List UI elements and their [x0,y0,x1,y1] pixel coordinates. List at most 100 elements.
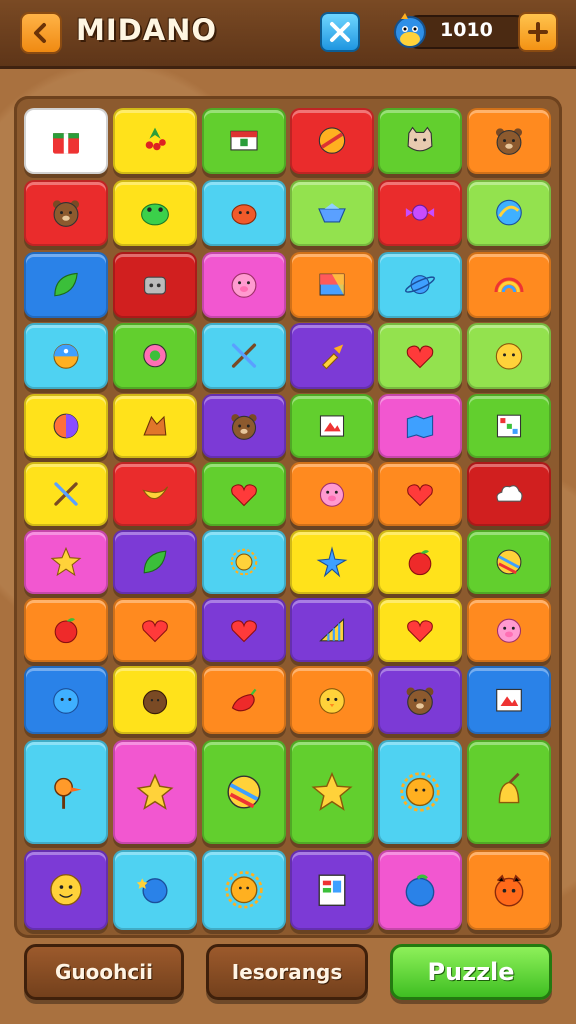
tile-robot-face[interactable] [113,252,197,318]
tile-leaf[interactable] [113,530,197,594]
chick-face-icon [319,687,345,714]
tile-sun-face[interactable] [202,850,286,930]
tile-bear-face[interactable] [467,108,551,174]
map-icon [406,415,434,439]
tile-frog-face[interactable] [113,180,197,246]
tile-squirrel[interactable] [113,394,197,458]
tile-smiley[interactable] [24,850,108,930]
middle-action-button[interactable]: Iesorangs [206,944,368,1000]
tile-bear-face[interactable] [378,666,462,734]
tile-rainbow[interactable] [467,252,551,318]
tile-color-ball[interactable] [24,394,108,458]
tile-flower[interactable] [113,323,197,389]
tile-picture[interactable] [467,666,551,734]
tile-leaf[interactable] [24,252,108,318]
tile-heart[interactable] [378,462,462,526]
tile-banana[interactable] [113,462,197,526]
bear-face-icon [406,687,434,715]
apple-icon [408,550,432,576]
tile-marble[interactable] [467,180,551,246]
tile-pepper[interactable] [202,666,286,734]
tile-sun[interactable] [202,530,286,594]
tile-bell[interactable] [467,740,551,844]
tile-pig-face[interactable] [290,462,374,526]
tile-heart[interactable] [378,323,462,389]
shuffle-button[interactable] [320,12,360,52]
game-title: MIDANO [76,13,218,47]
tile-flashlight[interactable] [290,323,374,389]
tile-bear-face[interactable] [202,394,286,458]
rainbow-ball-icon [496,549,522,575]
tile-gift-box[interactable] [24,108,108,174]
tile-map[interactable] [378,394,462,458]
tile-sun-face[interactable] [378,740,462,844]
coconut-icon [142,689,168,715]
tile-blueberry[interactable] [378,850,462,930]
left-action-button[interactable]: Guoohcii [24,944,184,1000]
tile-color-block[interactable] [290,252,374,318]
tile-tools[interactable] [24,462,108,526]
smiley-icon [50,874,82,906]
tile-pig-face[interactable] [202,252,286,318]
pig-face-icon [496,618,522,643]
add-coins-button[interactable] [518,12,558,52]
tile-chart[interactable] [290,598,374,662]
tile-sun-ball[interactable] [24,323,108,389]
tile-star[interactable] [290,740,374,844]
sun-face-icon [400,772,440,812]
pig-face-icon [319,482,345,507]
tile-starfish[interactable] [290,530,374,594]
bell-icon [498,772,520,804]
tools-icon [54,482,78,506]
top-bar: MIDANO 1010 [0,0,576,66]
tile-crab[interactable] [202,180,286,246]
tile-coconut[interactable] [113,666,197,734]
back-button[interactable] [20,12,62,54]
tile-tools[interactable] [202,323,286,389]
tile-picture[interactable] [290,394,374,458]
tile-heart[interactable] [202,462,286,526]
tile-monster-face[interactable] [467,850,551,930]
sun-ball-icon [53,344,79,370]
tile-apple[interactable] [24,598,108,662]
flag-icon [230,131,258,151]
tile-heart[interactable] [202,598,286,662]
tile-heart[interactable] [378,598,462,662]
tile-cloud-face[interactable] [467,462,551,526]
crab-icon [231,204,257,226]
tile-heart[interactable] [113,598,197,662]
tile-flag[interactable] [202,108,286,174]
tile-striped-ball[interactable] [290,108,374,174]
tile-rainbow-ball[interactable] [202,740,286,844]
left-action-label: Guoohcii [55,960,153,984]
tile-bear-face[interactable] [24,180,108,246]
star-icon [50,546,82,577]
tile-cat-face[interactable] [378,108,462,174]
tile-notebook[interactable] [290,850,374,930]
gem-bowl-icon [318,203,346,223]
flower-icon [143,344,167,368]
tile-planet[interactable] [378,252,462,318]
tile-lion-face[interactable] [467,323,551,389]
tile-berry-bush[interactable] [113,108,197,174]
heart-icon [407,484,433,507]
tile-star-ball[interactable] [113,850,197,930]
duck-icon [54,777,82,809]
tile-chick-face[interactable] [290,666,374,734]
puzzle-button[interactable]: Puzzle [390,944,552,1000]
heart-icon [407,620,433,643]
tile-rainbow-ball[interactable] [467,530,551,594]
tile-star-bag[interactable] [113,740,197,844]
puzzle-label: Puzzle [427,958,515,986]
tile-board-game[interactable] [467,394,551,458]
tile-gem-bowl[interactable] [290,180,374,246]
tile-apple[interactable] [378,530,462,594]
tile-pig-face[interactable] [467,598,551,662]
sun-face-icon [225,871,263,909]
gift-box-icon [52,133,80,155]
tile-star[interactable] [24,530,108,594]
striped-ball-icon [318,127,346,155]
tile-candy[interactable] [378,180,462,246]
tile-duck[interactable] [24,740,108,844]
tile-blob-face[interactable] [24,666,108,734]
